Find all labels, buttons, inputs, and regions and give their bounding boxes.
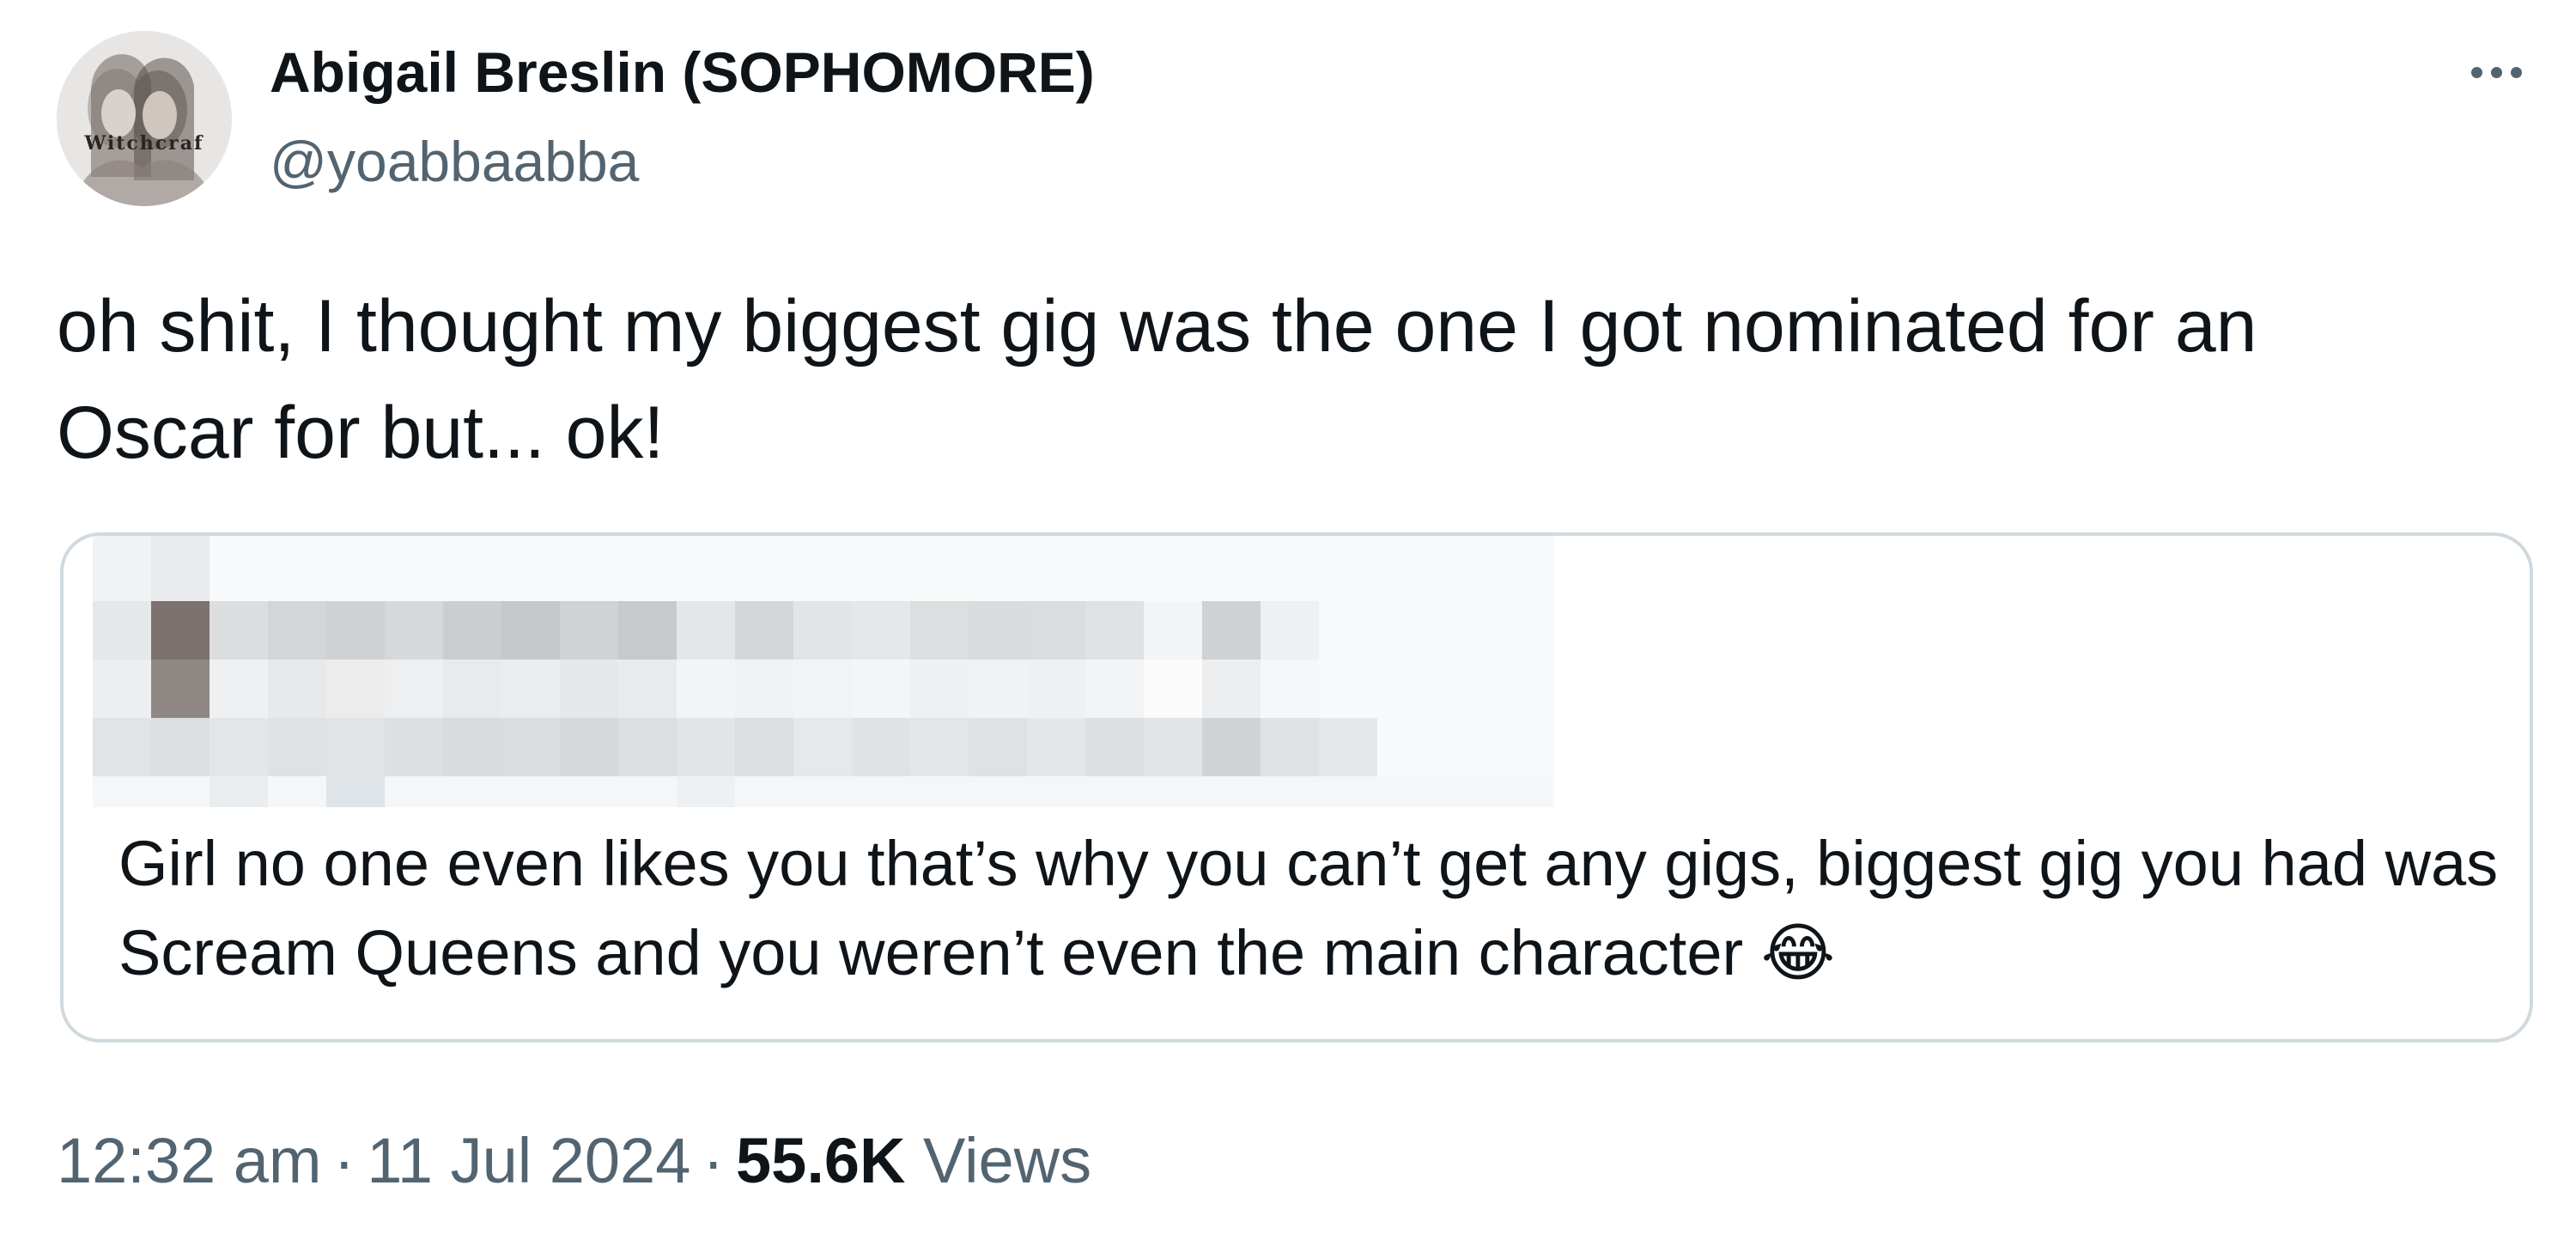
tweet-meta: 12:32 am · 11 Jul 2024 · 55.6K Views (57, 1120, 1091, 1202)
more-horizontal-icon-dot (2510, 66, 2522, 78)
views-label[interactable]: Views (923, 1125, 1091, 1196)
author-handle[interactable]: @yoabbaabba (270, 127, 639, 196)
views-count[interactable]: 55.6K (736, 1125, 905, 1196)
author-display-name[interactable]: Abigail Breslin (SOPHOMORE) (270, 38, 1095, 106)
more-horizontal-icon-dot (2490, 66, 2502, 78)
quoted-tweet-text: Girl no one even likes you that’s why yo… (118, 828, 2499, 988)
more-horizontal-icon (2470, 66, 2482, 78)
meta-separator: · (702, 1125, 725, 1196)
tweet-text: oh shit, I thought my biggest gig was th… (57, 285, 2257, 474)
avatar-overlay-text: Witchcraf (84, 132, 204, 155)
avatar-image: Witchcraf (57, 31, 232, 206)
tweet-card: Witchcraf Abigail Breslin (SOPHOMORE) @y… (0, 0, 2576, 1240)
more-options-button[interactable] (2458, 46, 2535, 98)
redacted-quote-header (93, 536, 1554, 807)
tweet-date[interactable]: 11 Jul 2024 (367, 1125, 690, 1196)
meta-separator: · (333, 1125, 355, 1196)
tweet-time[interactable]: 12:32 am (57, 1125, 322, 1196)
quoted-tweet[interactable]: Girl no one even likes you that’s why yo… (60, 532, 2533, 1042)
avatar[interactable]: Witchcraf (57, 31, 232, 206)
